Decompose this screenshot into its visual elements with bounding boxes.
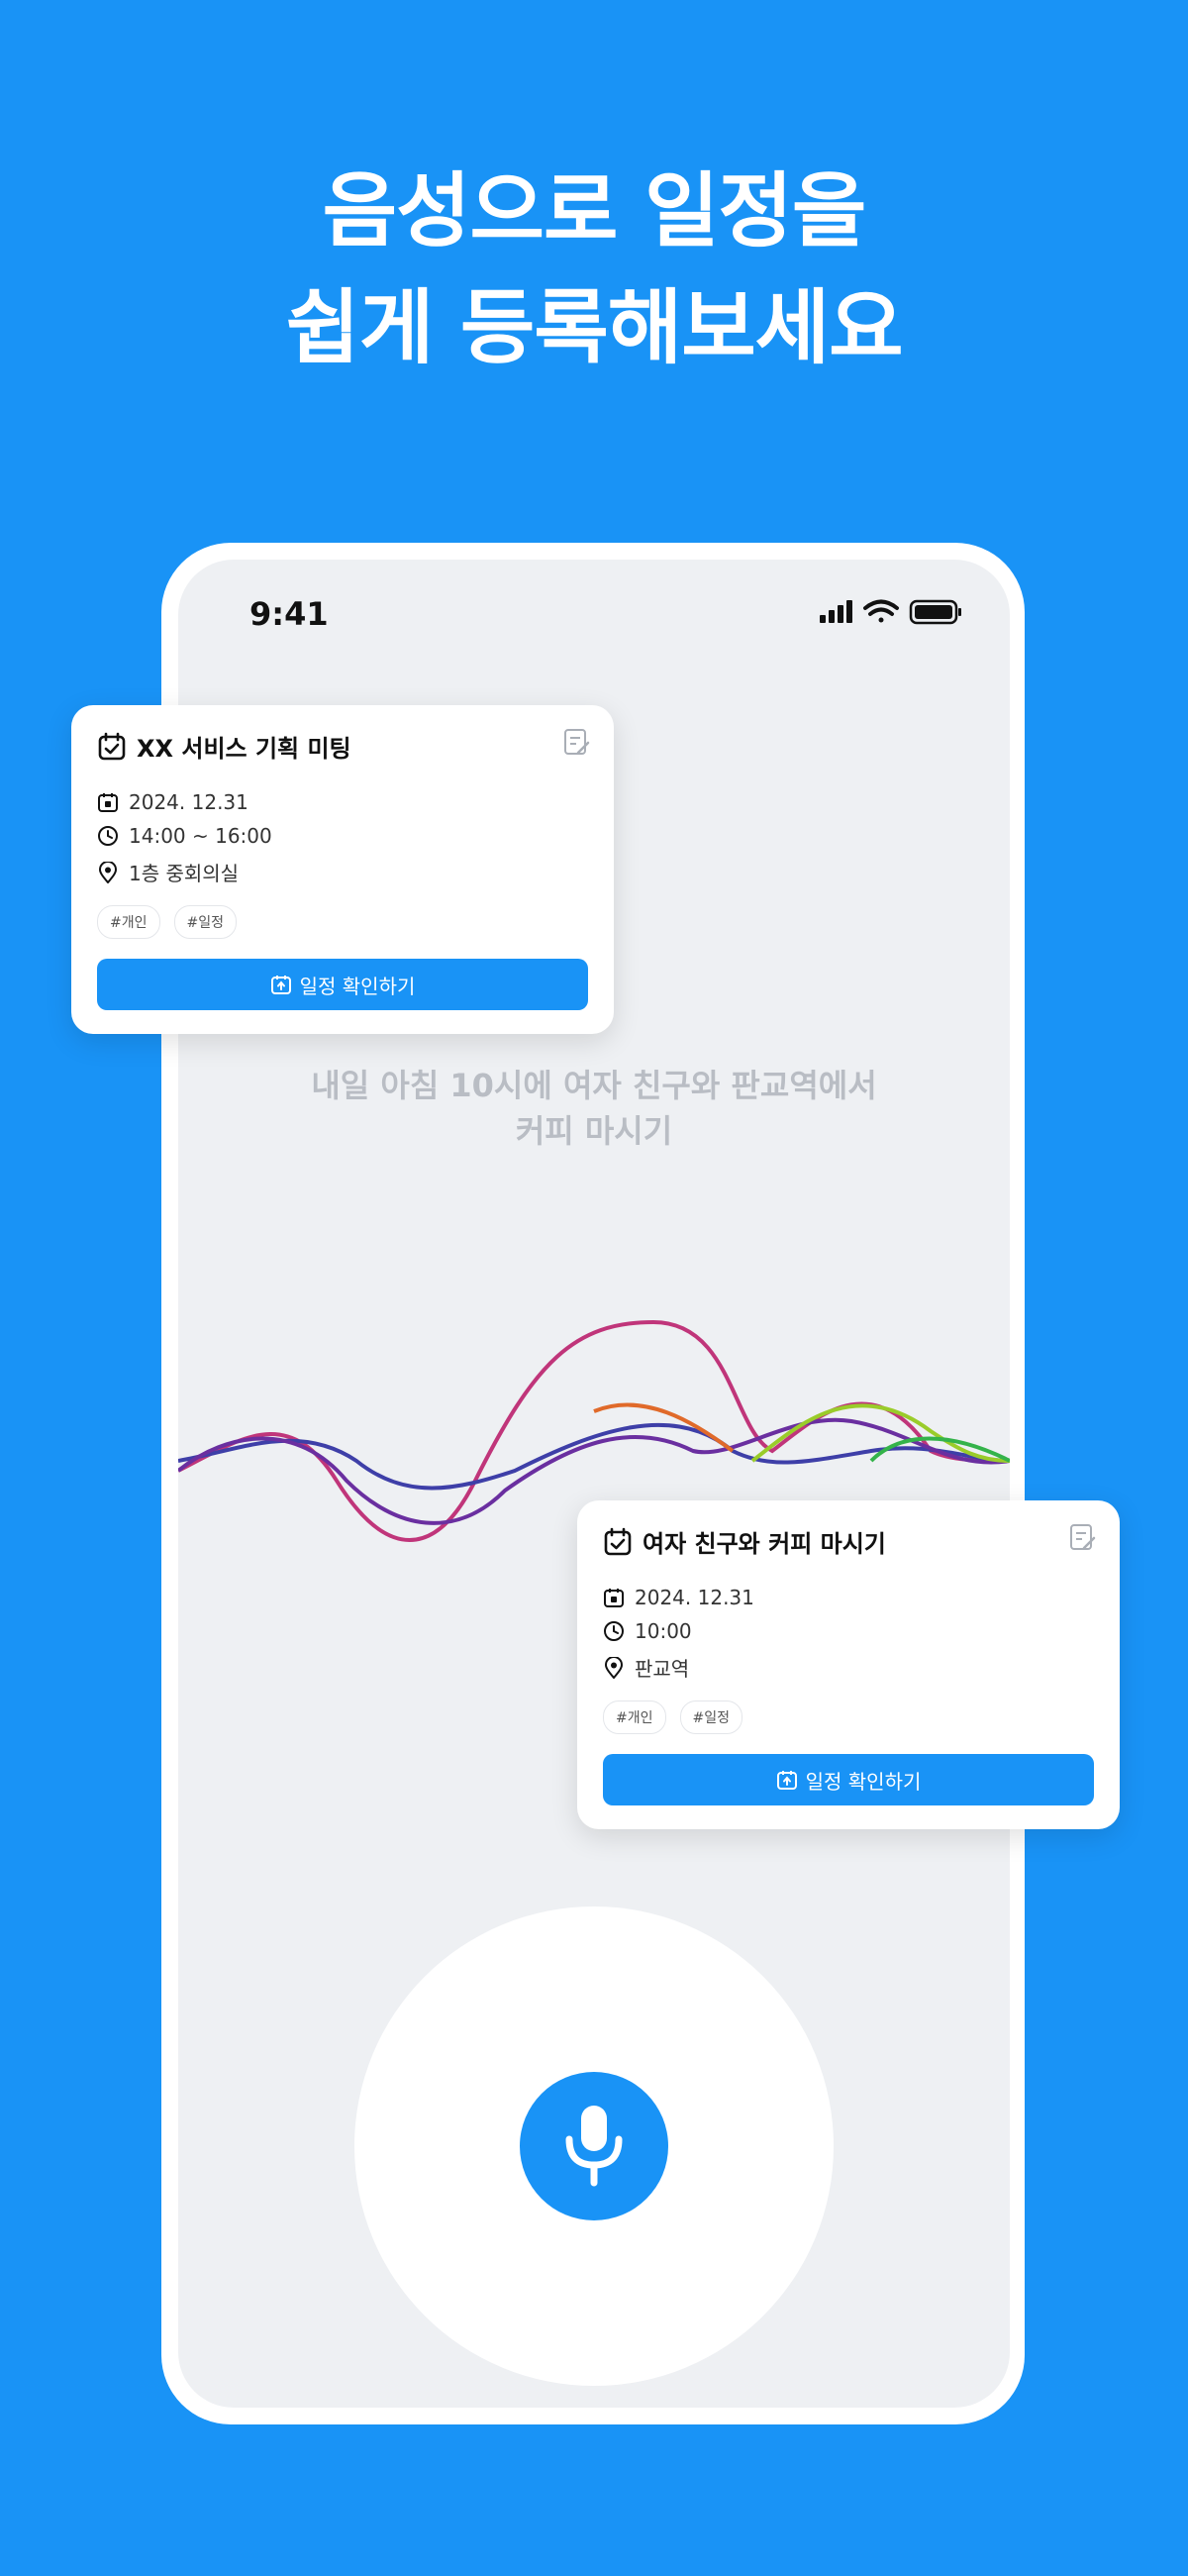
clock-icon — [98, 826, 118, 846]
mic-button[interactable] — [520, 2072, 668, 2220]
location-pin-icon — [604, 1656, 624, 1679]
microphone-icon — [565, 2106, 623, 2187]
transcript-line-1: 내일 아침 10시에 여자 친구와 판교역에서 — [311, 1067, 877, 1104]
clock-icon — [604, 1621, 624, 1641]
wifi-icon — [863, 599, 899, 623]
voice-transcript: 내일 아침 10시에 여자 친구와 판교역에서 커피 마시기 — [238, 1063, 950, 1154]
status-time: 9:41 — [249, 595, 329, 633]
battery-icon — [909, 599, 961, 625]
card-header: 여자 친구와 커피 마시기 — [603, 1524, 886, 1559]
card-date-row: 2024. 12.31 — [97, 790, 248, 814]
card-location-row: 판교역 — [603, 1653, 689, 1682]
tag-personal[interactable]: #개인 — [97, 905, 160, 939]
card-date: 2024. 12.31 — [129, 790, 248, 814]
calendar-check-icon — [604, 1527, 632, 1555]
headline: 음성으로 일정을 쉽게 등록해보세요 — [0, 154, 1188, 387]
calendar-icon — [98, 793, 118, 812]
card-location-row: 1층 중회의실 — [97, 858, 239, 886]
card-location: 판교역 — [635, 1657, 690, 1681]
calendar-add-icon — [776, 1771, 797, 1790]
confirm-button-label: 일정 확인하기 — [299, 974, 416, 998]
signal-icon — [820, 600, 852, 623]
transcript-line-2: 커피 마시기 — [515, 1112, 673, 1150]
confirm-button-label: 일정 확인하기 — [805, 1769, 922, 1794]
edit-note-icon[interactable] — [562, 727, 590, 757]
card-time-row: 14:00 ~ 16:00 — [97, 824, 272, 848]
calendar-add-icon — [270, 976, 291, 994]
headline-line-1: 음성으로 일정을 — [322, 164, 867, 258]
card-title: XX 서비스 기획 미팅 — [137, 735, 351, 763]
location-pin-icon — [98, 861, 118, 883]
tag-schedule[interactable]: #일정 — [679, 1700, 742, 1734]
edit-note-icon[interactable] — [1068, 1522, 1096, 1552]
confirm-schedule-button[interactable]: 일정 확인하기 — [603, 1754, 1094, 1805]
tag-schedule[interactable]: #일정 — [173, 905, 237, 939]
card-title: 여자 친구와 커피 마시기 — [643, 1530, 886, 1558]
status-icons — [820, 599, 961, 625]
card-time: 14:00 ~ 16:00 — [129, 824, 272, 848]
calendar-icon — [604, 1589, 624, 1607]
card-time-row: 10:00 — [603, 1619, 692, 1643]
tag-personal[interactable]: #개인 — [603, 1700, 666, 1734]
card-location: 1층 중회의실 — [129, 862, 240, 885]
schedule-card: 여자 친구와 커피 마시기 2024. 12.31 10:00 판교역 #개인 … — [577, 1500, 1120, 1829]
card-header: XX 서비스 기획 미팅 — [97, 729, 351, 764]
headline-line-2: 쉽게 등록해보세요 — [285, 281, 903, 375]
card-date: 2024. 12.31 — [635, 1586, 754, 1609]
card-time: 10:00 — [635, 1619, 692, 1643]
schedule-card: XX 서비스 기획 미팅 2024. 12.31 14:00 ~ 16:00 1… — [71, 705, 614, 1034]
card-tags: #개인 #일정 — [603, 1700, 756, 1734]
confirm-schedule-button[interactable]: 일정 확인하기 — [97, 959, 588, 1010]
card-date-row: 2024. 12.31 — [603, 1586, 754, 1609]
card-tags: #개인 #일정 — [97, 905, 250, 939]
calendar-check-icon — [98, 732, 126, 760]
